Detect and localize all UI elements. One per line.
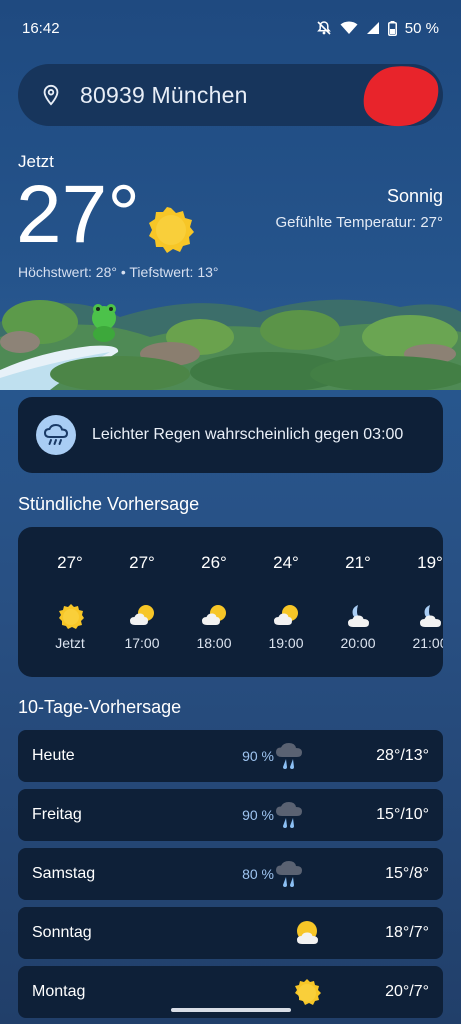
moon-cloud-icon bbox=[420, 605, 441, 627]
hourly-time: 18:00 bbox=[196, 635, 232, 651]
hourly-time: 21:00 bbox=[412, 635, 443, 651]
status-icons: 50 % bbox=[316, 20, 439, 37]
day-name: Samstag bbox=[32, 865, 96, 882]
landscape-illustration bbox=[0, 282, 461, 390]
alert-text: Leichter Regen wahrscheinlich gegen 03:0… bbox=[92, 426, 404, 443]
high-low: 28°/13° bbox=[376, 747, 429, 764]
rain-storm-icon bbox=[276, 743, 302, 769]
hourly-temp: 24° bbox=[273, 553, 299, 572]
day-name: Heute bbox=[32, 747, 75, 764]
feels-like: Gefühlte Temperatur: 27° bbox=[275, 214, 443, 231]
moon-cloud-icon bbox=[348, 605, 369, 627]
high-low-temperature: Höchstwert: 28° • Tiefstwert: 13° bbox=[18, 264, 219, 280]
hourly-temp: 27° bbox=[57, 553, 83, 572]
sun-icon bbox=[295, 979, 321, 1005]
current-temperature: 27° bbox=[16, 169, 141, 260]
day-name: Montag bbox=[32, 983, 86, 1000]
battery-icon bbox=[387, 20, 397, 36]
daily-row-today[interactable]: Heute 90 % 28°/13° bbox=[18, 730, 443, 782]
hourly-forecast-title: Stündliche Vorhersage bbox=[18, 494, 200, 514]
high-low: 15°/10° bbox=[376, 806, 429, 823]
daily-row-friday[interactable]: Freitag 90 % 15°/10° bbox=[18, 789, 443, 841]
day-name: Sonntag bbox=[32, 924, 92, 941]
precip-probability: 90 % bbox=[242, 807, 274, 823]
partly-cloudy-icon bbox=[130, 605, 154, 625]
day-name: Freitag bbox=[32, 806, 82, 823]
wifi-icon bbox=[340, 21, 358, 34]
current-condition: Sonnig bbox=[386, 186, 443, 206]
hourly-time: 20:00 bbox=[340, 635, 376, 651]
location-pin-icon bbox=[43, 84, 59, 106]
hourly-temp: 21° bbox=[345, 553, 371, 572]
precipitation-alert-card[interactable]: Leichter Regen wahrscheinlich gegen 03:0… bbox=[18, 397, 443, 473]
home-indicator[interactable] bbox=[171, 1008, 291, 1012]
high-low: 15°/8° bbox=[385, 865, 429, 882]
daily-row-sunday[interactable]: Sonntag 18°/7° bbox=[18, 907, 443, 959]
rain-cloud-icon bbox=[36, 415, 76, 455]
sun-icon bbox=[149, 207, 194, 253]
location-name: 80939 München bbox=[80, 81, 248, 108]
mute-bell-icon bbox=[316, 21, 331, 35]
partly-cloudy-icon bbox=[202, 605, 226, 625]
redacted-avatar[interactable] bbox=[359, 61, 443, 131]
daily-forecast-title: 10-Tage-Vorhersage bbox=[18, 697, 182, 717]
signal-icon bbox=[366, 22, 379, 34]
hourly-time: Jetzt bbox=[55, 635, 85, 651]
rain-storm-icon bbox=[276, 861, 302, 887]
location-search-bar[interactable]: 80939 München bbox=[18, 61, 443, 131]
hourly-forecast-card[interactable]: 27° Jetzt 27° 17:00 26° 18:00 24° 19:00 … bbox=[18, 527, 443, 677]
hourly-temp: 27° bbox=[129, 553, 155, 572]
high-low: 20°/7° bbox=[385, 983, 429, 1000]
high-low: 18°/7° bbox=[385, 924, 429, 941]
partly-cloudy-icon bbox=[274, 605, 298, 625]
status-time: 16:42 bbox=[22, 19, 60, 37]
precip-probability: 90 % bbox=[242, 748, 274, 764]
daily-row-saturday[interactable]: Samstag 80 % 15°/8° bbox=[18, 848, 443, 900]
sun-icon bbox=[59, 604, 84, 629]
partly-cloudy-icon bbox=[297, 921, 318, 944]
rain-storm-icon bbox=[276, 802, 302, 828]
battery-level: 50 % bbox=[404, 19, 439, 37]
precip-probability: 80 % bbox=[242, 866, 274, 882]
status-bar: 16:42 50 % bbox=[0, 0, 461, 56]
hourly-time: 19:00 bbox=[268, 635, 304, 651]
hourly-temp: 26° bbox=[201, 553, 227, 572]
hourly-temp: 19° bbox=[417, 553, 443, 572]
hourly-time: 17:00 bbox=[124, 635, 160, 651]
